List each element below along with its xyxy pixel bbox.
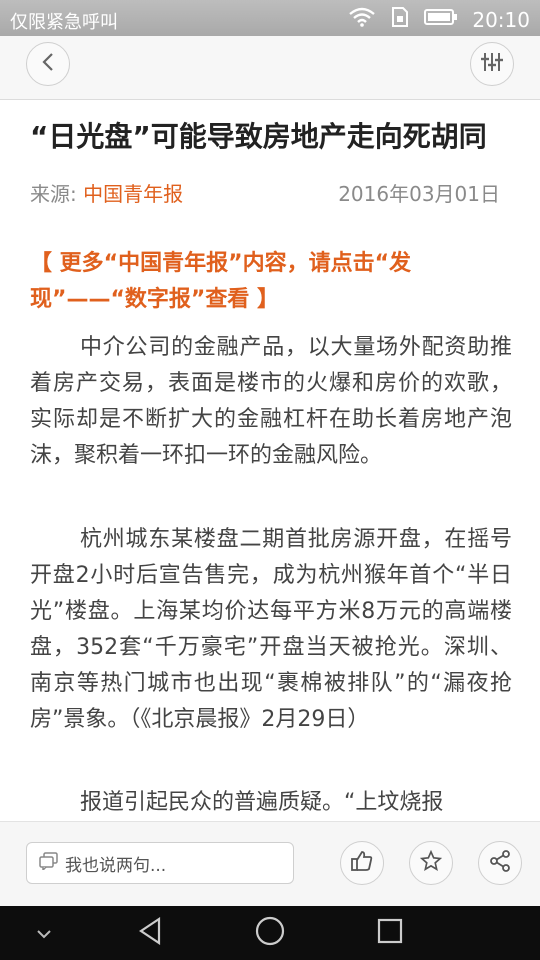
sliders-icon [480,51,504,77]
recents-square-icon [377,918,403,948]
article-paragraph: 报道引起民众的普遍质疑。“上坟烧报 [80,790,444,815]
source-name-link[interactable]: 中国青年报 [83,182,183,206]
sim-icon [390,6,410,33]
battery-icon [424,8,458,31]
hide-nav-button[interactable] [24,906,64,960]
system-nav-bar [0,906,540,960]
back-button[interactable] [26,42,70,86]
nav-back-button[interactable] [130,906,170,960]
nav-home-button[interactable] [250,906,290,960]
bottom-action-bar: 我也说两句... [0,821,540,906]
share-button[interactable] [478,841,522,885]
comment-input[interactable]: 我也说两句... [26,842,294,884]
comment-icon [39,851,59,875]
article-date: 2016年03月01日 [338,182,500,206]
promo-link[interactable]: 【 更多“中国青年报”内容，请点击“发现”——“数字报”查看 】 [30,246,510,318]
back-triangle-icon [137,916,163,949]
settings-button[interactable] [470,42,514,86]
article-paragraph: 杭州城东某楼盘二期首批房源开盘，在摇号开盘2小时后宣告售完，成为杭州猴年首个“半… [30,527,512,732]
app-bar [0,36,540,100]
star-icon [419,849,443,876]
favorite-button[interactable] [409,841,453,885]
share-icon [489,850,511,876]
article-title: “日光盘”可能导致房地产走向死胡同 [30,120,487,153]
nav-recents-button[interactable] [370,906,410,960]
like-button[interactable] [340,841,384,885]
wifi-icon [348,7,376,32]
chevron-down-icon [36,924,52,943]
back-chevron-icon [40,52,56,76]
clock: 20:10 [472,7,530,32]
comment-placeholder: 我也说两句... [65,855,167,876]
article-paragraph: 中介公司的金融产品，以大量场外配资助推着房产交易，表面是楼市的火爆和房价的欢歌，… [30,335,512,468]
status-icons: 20:10 [348,6,530,33]
source-label: 来源: [30,182,77,206]
like-icon [350,850,374,876]
home-circle-icon [255,916,285,950]
carrier-text: 仅限紧急呼叫 [10,12,118,33]
article-meta: 来源: 中国青年报 2016年03月01日 [30,178,500,207]
status-bar: 仅限紧急呼叫 20:10 [0,0,540,36]
